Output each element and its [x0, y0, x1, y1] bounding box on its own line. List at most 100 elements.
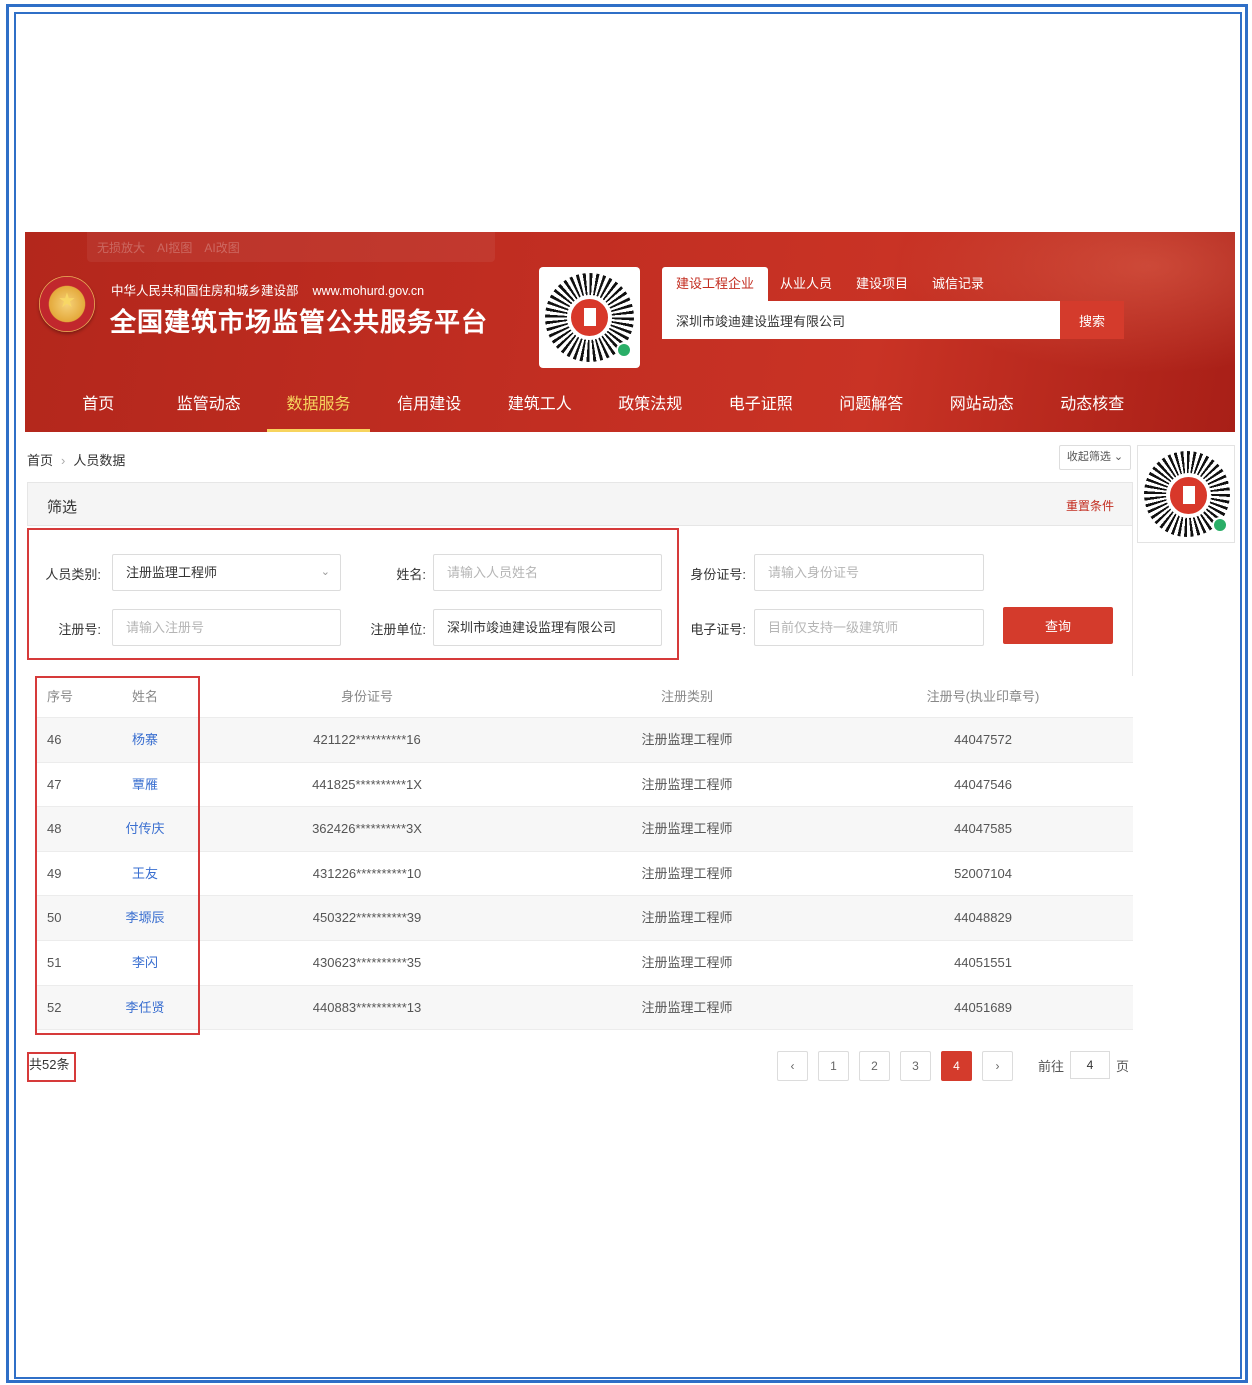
id-number-label: 身份证号:: [690, 567, 746, 582]
nav-item-e-cert[interactable]: 电子证照: [706, 382, 817, 432]
col-header-id: 身份证号: [340, 689, 393, 704]
filter-title: 筛选: [47, 499, 78, 516]
cell-name-link[interactable]: 李闪: [70, 941, 220, 985]
search-row: 搜索: [662, 301, 1124, 339]
name-input[interactable]: 请输入人员姓名: [433, 554, 662, 591]
cell-id: 421122**********16: [313, 732, 421, 747]
search-panel: 建设工程企业 从业人员 建设项目 诚信记录 搜索: [662, 267, 1124, 341]
cell-category: 注册监理工程师: [641, 954, 733, 970]
nav-item-faq[interactable]: 问题解答: [816, 382, 927, 432]
nav-item-news[interactable]: 网站动态: [927, 382, 1038, 432]
cell-name-link[interactable]: 李塬辰: [70, 896, 220, 940]
search-tab-project[interactable]: 建设项目: [844, 267, 920, 301]
cell-category: 注册监理工程师: [641, 865, 733, 881]
goto-page: 前往 4 页: [1038, 1051, 1129, 1079]
qr-code-icon: [1144, 451, 1230, 537]
cell-name-link[interactable]: 李任贤: [70, 986, 220, 1030]
filter-body: 人员类别: 注册监理工程师 ⌄ 姓名: 请输入人员姓名 身份证号: 请输入身份证号…: [27, 526, 1133, 676]
chevron-down-icon: ⌄: [320, 566, 330, 578]
reset-filter-link[interactable]: 重置条件: [1066, 497, 1114, 514]
site-title: 全国建筑市场监管公共服务平台: [110, 307, 489, 337]
org-name: 中华人民共和国住房和城乡建设部: [111, 284, 299, 298]
cell-name-link[interactable]: 付传庆: [70, 807, 220, 851]
col-header-name: 姓名: [131, 689, 158, 704]
cell-reg-no: 44047546: [954, 776, 1012, 792]
cell-id: 431226**********10: [312, 865, 422, 881]
main-nav: 首页 监管动态 数据服务 信用建设 建筑工人 政策法规 电子证照 问题解答 网站…: [43, 382, 1148, 432]
reg-no-input[interactable]: 请输入注册号: [112, 609, 341, 646]
search-tab-credit[interactable]: 诚信记录: [920, 267, 996, 301]
cell-category: 注册监理工程师: [641, 910, 733, 926]
cell-id: 450322**********39: [312, 910, 422, 926]
search-tab-personnel[interactable]: 从业人员: [768, 267, 844, 301]
nav-item-workers[interactable]: 建筑工人: [485, 382, 596, 432]
site-header: 无损放大 AI抠图 AI改图 中华人民共和国住房和城乡建设部 www.mohurd…: [25, 232, 1235, 432]
name-label: 姓名:: [396, 567, 426, 582]
pagination: ‹ 1 2 3 4 ›: [777, 1051, 1013, 1081]
cell-category: 注册监理工程师: [641, 732, 733, 747]
qr-logo-icon: [1166, 473, 1211, 518]
next-page-button[interactable]: ›: [982, 1051, 1013, 1081]
goto-label: 前往: [1038, 1058, 1065, 1074]
page-button-3[interactable]: 3: [900, 1051, 931, 1081]
filter-header: 筛选 重置条件: [27, 482, 1133, 526]
side-qr: [1137, 445, 1235, 543]
search-button[interactable]: 搜索: [1060, 301, 1124, 339]
breadcrumb: 首页 › 人员数据: [27, 450, 125, 469]
page-button-4[interactable]: 4: [941, 1051, 972, 1081]
search-input[interactable]: [662, 301, 1060, 339]
search-tab-enterprise[interactable]: 建设工程企业: [662, 267, 768, 301]
table-body: 46 杨寨 421122**********16 注册监理工程师 4404757…: [35, 718, 1133, 1031]
cell-id: 430623**********35: [312, 954, 422, 970]
cell-name-link[interactable]: 覃雁: [70, 763, 220, 807]
page-button-2[interactable]: 2: [859, 1051, 890, 1081]
goto-suffix: 页: [1116, 1058, 1130, 1074]
id-number-input[interactable]: 请输入身份证号: [754, 554, 984, 591]
cell-id: 441825**********1X: [312, 776, 422, 792]
table-row: 49 王友 431226**********10 注册监理工程师 5200710…: [35, 852, 1133, 897]
table-row: 48 付传庆 362426**********3X 注册监理工程师 440475…: [35, 807, 1133, 852]
table-row: 46 杨寨 421122**********16 注册监理工程师 4404757…: [35, 718, 1133, 763]
nav-item-credit[interactable]: 信用建设: [374, 382, 485, 432]
col-header-reg-no: 注册号(执业印章号): [926, 689, 1040, 704]
breadcrumb-home[interactable]: 首页: [27, 453, 53, 468]
cert-no-input[interactable]: 目前仅支持一级建筑师: [754, 609, 984, 646]
toolbar-item-edit: AI改图: [204, 240, 240, 255]
prev-page-button[interactable]: ‹: [777, 1051, 808, 1081]
nav-item-policy[interactable]: 政策法规: [595, 382, 706, 432]
app-screenshot: 无损放大 AI抠图 AI改图 中华人民共和国住房和城乡建设部 www.mohurd…: [25, 232, 1235, 1092]
reg-unit-input[interactable]: 深圳市竣迪建设监理有限公司: [433, 609, 662, 646]
qr-code-icon: [545, 273, 634, 362]
breadcrumb-current: 人员数据: [73, 453, 126, 468]
table-row: 50 李塬辰 450322**********39 注册监理工程师 440488…: [35, 896, 1133, 941]
results-table: 序号 姓名 身份证号 注册类别 注册号(执业印章号) 46 杨寨 421122*…: [35, 676, 1133, 1031]
cell-name-link[interactable]: 王友: [70, 852, 220, 896]
wechat-icon: [1212, 517, 1228, 533]
collapse-filter-button[interactable]: 收起筛选 ⌄: [1059, 445, 1131, 470]
nav-item-home[interactable]: 首页: [43, 382, 154, 432]
faded-toolbar: 无损放大 AI抠图 AI改图: [87, 232, 495, 262]
miniprogram-qr: [539, 267, 640, 368]
toolbar-item-cutout: AI抠图: [157, 240, 193, 255]
search-tabs: 建设工程企业 从业人员 建设项目 诚信记录: [662, 267, 1124, 301]
cell-reg-no: 44051551: [954, 954, 1012, 970]
total-count: 共52条: [29, 1057, 70, 1072]
query-button[interactable]: 查询: [1003, 607, 1113, 644]
cell-reg-no: 44048829: [954, 910, 1012, 926]
nav-item-verify[interactable]: 动态核查: [1037, 382, 1148, 432]
cell-id: 362426**********3X: [312, 821, 422, 837]
nav-item-data-service[interactable]: 数据服务: [267, 382, 370, 432]
person-type-value: 注册监理工程师: [126, 565, 218, 580]
goto-page-input[interactable]: 4: [1070, 1051, 1111, 1079]
org-url[interactable]: www.mohurd.gov.cn: [313, 284, 425, 298]
cell-reg-no: 44047585: [954, 821, 1012, 837]
cell-name-link[interactable]: 杨寨: [70, 718, 220, 762]
page-button-1[interactable]: 1: [818, 1051, 849, 1081]
table-row: 52 李任贤 440883**********13 注册监理工程师 440516…: [35, 985, 1133, 1031]
nav-item-supervision[interactable]: 监管动态: [154, 382, 265, 432]
person-type-label: 人员类别:: [45, 567, 101, 582]
person-type-select[interactable]: 注册监理工程师 ⌄: [112, 554, 341, 591]
chevron-right-icon: ›: [61, 453, 66, 468]
reg-no-label: 注册号:: [58, 622, 101, 637]
reg-unit-label: 注册单位:: [370, 622, 426, 637]
